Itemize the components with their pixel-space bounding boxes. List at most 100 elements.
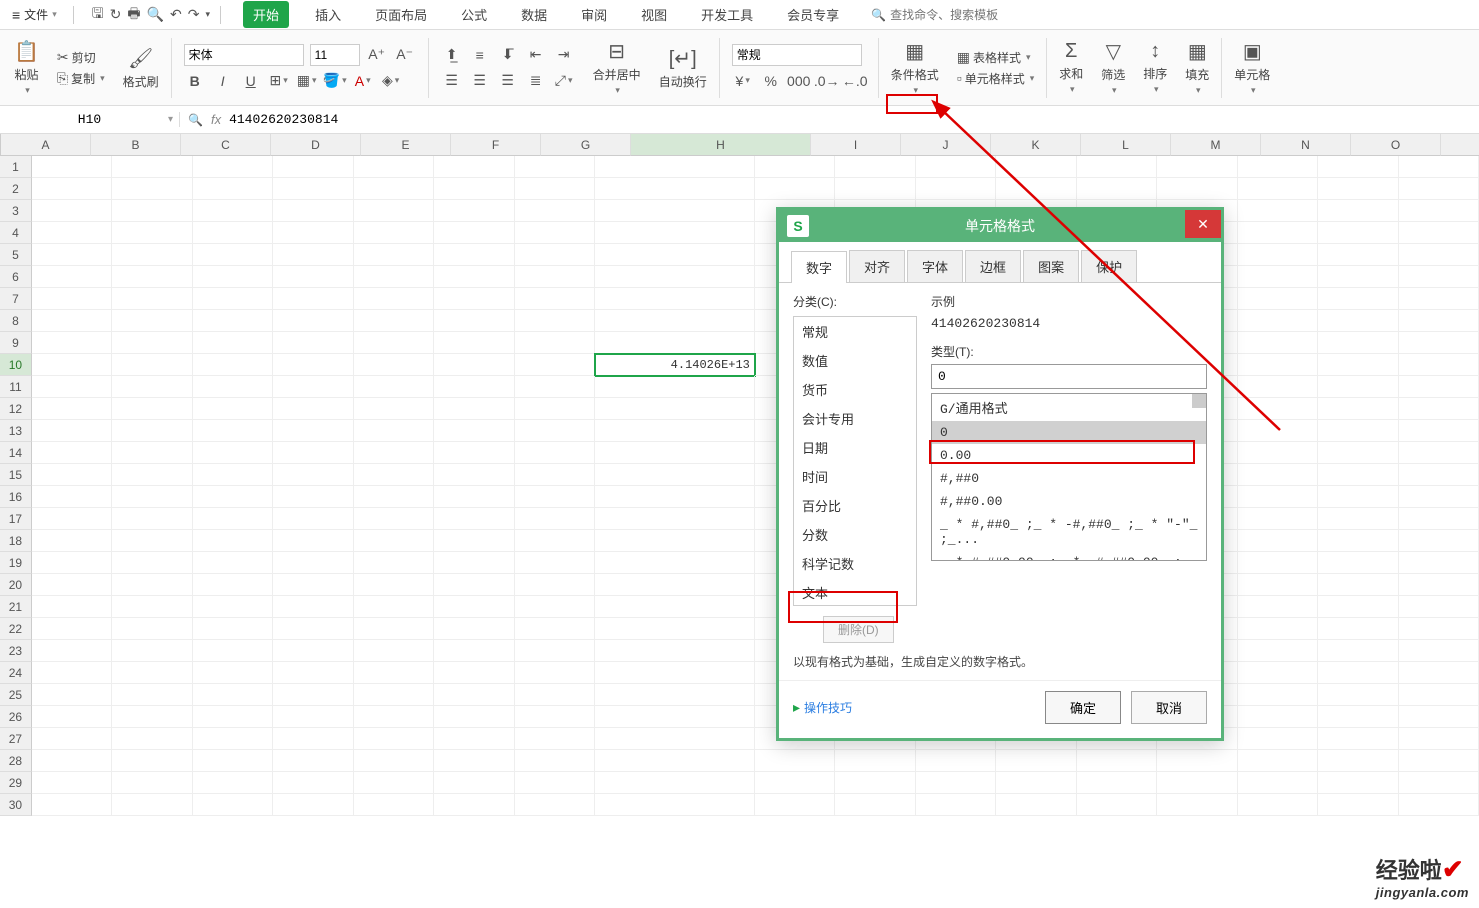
cell-C6[interactable]	[193, 266, 273, 288]
cell-O28[interactable]	[1238, 750, 1318, 772]
cell-E26[interactable]	[354, 706, 434, 728]
cell-O27[interactable]	[1238, 728, 1318, 750]
cell-D28[interactable]	[273, 750, 353, 772]
cell-fill-icon[interactable]: ▦	[296, 70, 318, 92]
cell-G28[interactable]	[515, 750, 595, 772]
cell-C24[interactable]	[193, 662, 273, 684]
cell-D6[interactable]	[273, 266, 353, 288]
cell-M29[interactable]	[1077, 772, 1157, 794]
cell-P26[interactable]	[1318, 706, 1398, 728]
cell-B8[interactable]	[112, 310, 192, 332]
cell-C22[interactable]	[193, 618, 273, 640]
cell-G12[interactable]	[515, 398, 595, 420]
cell-B27[interactable]	[112, 728, 192, 750]
cell-I28[interactable]	[755, 750, 835, 772]
cell-Q12[interactable]	[1399, 398, 1479, 420]
zoom-icon[interactable]: 🔍	[188, 113, 203, 127]
comma-icon[interactable]: 000	[788, 70, 810, 92]
cell-Q15[interactable]	[1399, 464, 1479, 486]
col-header-E[interactable]: E	[361, 134, 451, 156]
dtab-pattern[interactable]: 图案	[1023, 250, 1079, 282]
align-top-icon[interactable]: ⬆̲	[441, 44, 463, 66]
cell-G5[interactable]	[515, 244, 595, 266]
category-item[interactable]: 日期	[794, 433, 916, 462]
cell-P21[interactable]	[1318, 596, 1398, 618]
cell-H3[interactable]	[595, 200, 755, 222]
cell-H20[interactable]	[595, 574, 755, 596]
row-header-15[interactable]: 15	[0, 464, 32, 486]
cell-A9[interactable]	[32, 332, 112, 354]
row-header-12[interactable]: 12	[0, 398, 32, 420]
cell-F21[interactable]	[434, 596, 514, 618]
row-header-23[interactable]: 23	[0, 640, 32, 662]
cell-P22[interactable]	[1318, 618, 1398, 640]
cell-B19[interactable]	[112, 552, 192, 574]
cell-Q26[interactable]	[1399, 706, 1479, 728]
col-header-G[interactable]: G	[541, 134, 631, 156]
cell-H8[interactable]	[595, 310, 755, 332]
align-center-icon[interactable]: ☰	[469, 70, 491, 92]
cell-C14[interactable]	[193, 442, 273, 464]
cell-J1[interactable]	[835, 156, 915, 178]
cell-F9[interactable]	[434, 332, 514, 354]
cell-C15[interactable]	[193, 464, 273, 486]
cell-H4[interactable]	[595, 222, 755, 244]
cell-A7[interactable]	[32, 288, 112, 310]
cell-F4[interactable]	[434, 222, 514, 244]
cell-C12[interactable]	[193, 398, 273, 420]
percent-icon[interactable]: %	[760, 70, 782, 92]
row-header-6[interactable]: 6	[0, 266, 32, 288]
row-header-30[interactable]: 30	[0, 794, 32, 816]
cell-I30[interactable]	[755, 794, 835, 816]
cell-D18[interactable]	[273, 530, 353, 552]
cell-D3[interactable]	[273, 200, 353, 222]
category-item[interactable]: 文本	[794, 578, 916, 606]
cell-B16[interactable]	[112, 486, 192, 508]
dtab-number[interactable]: 数字	[791, 251, 847, 283]
type-item[interactable]: #,##0	[932, 467, 1206, 490]
cell-F15[interactable]	[434, 464, 514, 486]
cell-I1[interactable]	[755, 156, 835, 178]
cell-P24[interactable]	[1318, 662, 1398, 684]
cell-O4[interactable]	[1238, 222, 1318, 244]
tab-start[interactable]: 开始	[243, 1, 289, 28]
cell-F10[interactable]	[434, 354, 514, 376]
cell-F3[interactable]	[434, 200, 514, 222]
cell-D15[interactable]	[273, 464, 353, 486]
cell-Q10[interactable]	[1399, 354, 1479, 376]
cell-C17[interactable]	[193, 508, 273, 530]
cell-L29[interactable]	[996, 772, 1076, 794]
cell-P15[interactable]	[1318, 464, 1398, 486]
row-header-3[interactable]: 3	[0, 200, 32, 222]
row-header-27[interactable]: 27	[0, 728, 32, 750]
cell-N28[interactable]	[1157, 750, 1237, 772]
type-item[interactable]: _ * #,##0_ ;_ * -#,##0_ ;_ * "-"_ ;_...	[932, 513, 1206, 551]
cell-P17[interactable]	[1318, 508, 1398, 530]
col-header-O[interactable]: O	[1351, 134, 1441, 156]
row-header-18[interactable]: 18	[0, 530, 32, 552]
cell-C1[interactable]	[193, 156, 273, 178]
cell-P29[interactable]	[1318, 772, 1398, 794]
cell-P6[interactable]	[1318, 266, 1398, 288]
cell-G2[interactable]	[515, 178, 595, 200]
cell-M1[interactable]	[1077, 156, 1157, 178]
increase-font-icon[interactable]: A⁺	[366, 44, 388, 66]
cell-O24[interactable]	[1238, 662, 1318, 684]
cell-H24[interactable]	[595, 662, 755, 684]
cell-D8[interactable]	[273, 310, 353, 332]
row-header-11[interactable]: 11	[0, 376, 32, 398]
cell-E30[interactable]	[354, 794, 434, 816]
cell-F8[interactable]	[434, 310, 514, 332]
font-size-combo[interactable]	[310, 44, 360, 66]
cell-Q8[interactable]	[1399, 310, 1479, 332]
category-item[interactable]: 会计专用	[794, 404, 916, 433]
type-list[interactable]: G/通用格式00.00#,##0#,##0.00_ * #,##0_ ;_ * …	[931, 393, 1207, 561]
cell-J29[interactable]	[835, 772, 915, 794]
cell-Q3[interactable]	[1399, 200, 1479, 222]
cell-D2[interactable]	[273, 178, 353, 200]
cell-B22[interactable]	[112, 618, 192, 640]
cell-A20[interactable]	[32, 574, 112, 596]
cell-Q14[interactable]	[1399, 442, 1479, 464]
cell-D7[interactable]	[273, 288, 353, 310]
cell-B9[interactable]	[112, 332, 192, 354]
